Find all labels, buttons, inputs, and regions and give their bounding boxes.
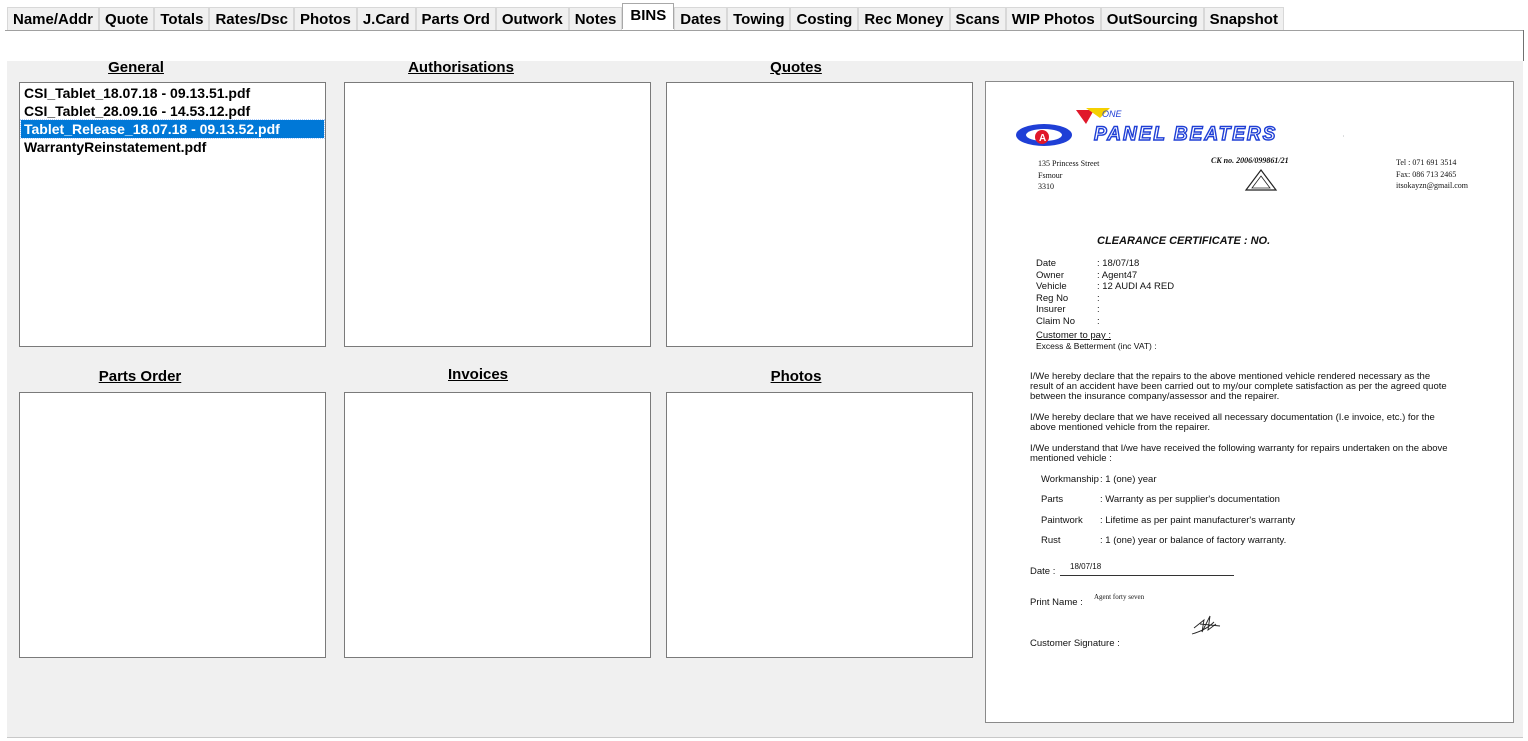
tab-wip-photos[interactable]: WIP Photos [1005, 7, 1101, 30]
tab-costing[interactable]: Costing [790, 7, 859, 30]
panel-edge [1523, 30, 1524, 61]
company-logo: A ONE PANEL BEATERS [1016, 108, 1344, 146]
general-file-item[interactable]: CSI_Tablet_28.09.16 - 14.53.12.pdf [21, 102, 324, 120]
field-label-vehicle: Vehicle [1036, 281, 1067, 292]
tab-baseline [5, 30, 1523, 31]
tab-j-card[interactable]: J.Card [356, 7, 416, 30]
tab-notes[interactable]: Notes [568, 7, 623, 30]
authorisations-bin-list[interactable] [344, 82, 651, 347]
general-file-item[interactable]: WarrantyReinstatement.pdf [21, 138, 324, 156]
tab-snapshot[interactable]: Snapshot [1203, 7, 1284, 30]
warranty-label-workmanship: Workmanship [1041, 474, 1099, 485]
warranty-value-workmanship: : 1 (one) year [1100, 474, 1157, 485]
general-bin-list[interactable]: CSI_Tablet_18.07.18 - 09.13.51.pdf CSI_Ta… [19, 82, 326, 347]
document-preview[interactable]: A ONE PANEL BEATERS 135 Princess Street … [985, 81, 1514, 723]
svg-text:ONE: ONE [1102, 109, 1123, 119]
tab-bins[interactable]: BINS [622, 3, 675, 29]
field-label-reg: Reg No [1036, 293, 1069, 304]
tab-scans[interactable]: Scans [949, 7, 1006, 30]
customer-to-pay: Customer to pay : [1036, 330, 1111, 341]
document-title: CLEARANCE CERTIFICATE : NO. [1097, 235, 1271, 247]
general-file-item[interactable]: Tablet_Release_18.07.18 - 09.13.52.pdf [20, 119, 325, 139]
date-signature-line [1060, 575, 1234, 576]
address-line-2: Fsmour [1038, 171, 1063, 180]
clearance-certificate: A ONE PANEL BEATERS 135 Princess Street … [986, 82, 1513, 722]
quotes-bin-list[interactable] [666, 82, 973, 347]
field-value-claim: : [1097, 316, 1100, 327]
warranty-label-rust: Rust [1041, 535, 1061, 546]
association-emblem-icon [1244, 169, 1278, 191]
tab-photos[interactable]: Photos [293, 7, 357, 30]
tab-name-addr[interactable]: Name/Addr [7, 7, 100, 30]
contact-email: itsokayzn@gmail.com [1396, 181, 1469, 190]
tab-rec-money[interactable]: Rec Money [858, 7, 950, 30]
customer-signature-label: Customer Signature : [1030, 638, 1120, 649]
panel-bottom-border [7, 737, 1523, 738]
tab-rates-dsc[interactable]: Rates/Dsc [209, 7, 294, 30]
tab-towing[interactable]: Towing [727, 7, 791, 30]
photos-bin-list[interactable] [666, 392, 973, 658]
general-bin-title: General [108, 59, 164, 76]
customer-signature-image [1191, 615, 1221, 635]
field-label-owner: Owner [1036, 270, 1064, 281]
ck-number: CK no. 2006/099861/21 [1211, 156, 1289, 165]
warranty-value-paintwork: : Lifetime as per paint manufacturer's w… [1100, 515, 1296, 526]
svg-text:A: A [1039, 133, 1046, 144]
tab-outsourcing[interactable]: OutSourcing [1100, 7, 1204, 30]
address-line-1: 135 Princess Street [1038, 159, 1100, 168]
logo-text: PANEL BEATERS [1094, 124, 1277, 145]
field-value-reg: : [1097, 293, 1100, 304]
excess-betterment: Excess & Betterment (inc VAT) : [1036, 341, 1157, 351]
sign-date-value: 18/07/18 [1070, 562, 1102, 571]
field-label-insurer: Insurer [1036, 304, 1066, 315]
parts-order-bin-title: Parts Order [98, 368, 182, 385]
tab-dates[interactable]: Dates [674, 7, 728, 30]
warranty-value-parts: : Warranty as per supplier's documentati… [1100, 494, 1280, 505]
address-line-3: 3310 [1038, 182, 1054, 191]
authorisations-bin-title: Authorisations [408, 59, 514, 76]
field-label-claim: Claim No [1036, 316, 1076, 327]
print-name-label: Print Name : [1030, 597, 1083, 608]
sign-date-label: Date : [1030, 566, 1056, 577]
contact-tel: Tel : 071 691 3514 [1396, 158, 1457, 167]
field-value-insurer: : [1097, 304, 1100, 315]
tab-parts-ord[interactable]: Parts Ord [415, 7, 496, 30]
tab-list: Name/Addr Quote Totals Rates/Dsc Photos J.Car… [7, 3, 1284, 31]
contact-fax: Fax: 086 713 2465 [1396, 170, 1457, 179]
warranty-label-paintwork: Paintwork [1041, 515, 1083, 526]
declaration-2-line-2: above mentioned vehicle from the repaire… [1030, 422, 1211, 433]
tab-strip: Name/Addr Quote Totals Rates/Dsc Photos J.Car… [0, 0, 1528, 31]
warranty-label-parts: Parts [1041, 494, 1064, 505]
field-value-date: : 18/07/18 [1097, 258, 1140, 269]
declaration-1-line-3: between the insurance company/assessor a… [1030, 391, 1280, 402]
warranty-value-rust: : 1 (one) year or balance of factory war… [1100, 535, 1287, 546]
field-value-owner: : Agent47 [1097, 270, 1138, 281]
invoices-bin-title: Invoices [447, 366, 509, 383]
declaration-3-line-2: mentioned vehicle : [1030, 453, 1112, 464]
tab-quote[interactable]: Quote [99, 7, 155, 30]
tab-outwork[interactable]: Outwork [495, 7, 569, 30]
tab-totals[interactable]: Totals [154, 7, 210, 30]
field-label-date: Date [1036, 258, 1057, 269]
invoices-bin-list[interactable] [344, 392, 651, 658]
parts-order-bin-list[interactable] [19, 392, 326, 658]
quotes-bin-title: Quotes [770, 59, 822, 76]
print-name-value: Agent forty seven [1094, 593, 1145, 601]
photos-bin-title: Photos [770, 368, 822, 385]
field-value-vehicle: : 12 AUDI A4 RED [1097, 281, 1175, 292]
general-file-item[interactable]: CSI_Tablet_18.07.18 - 09.13.51.pdf [21, 84, 324, 102]
